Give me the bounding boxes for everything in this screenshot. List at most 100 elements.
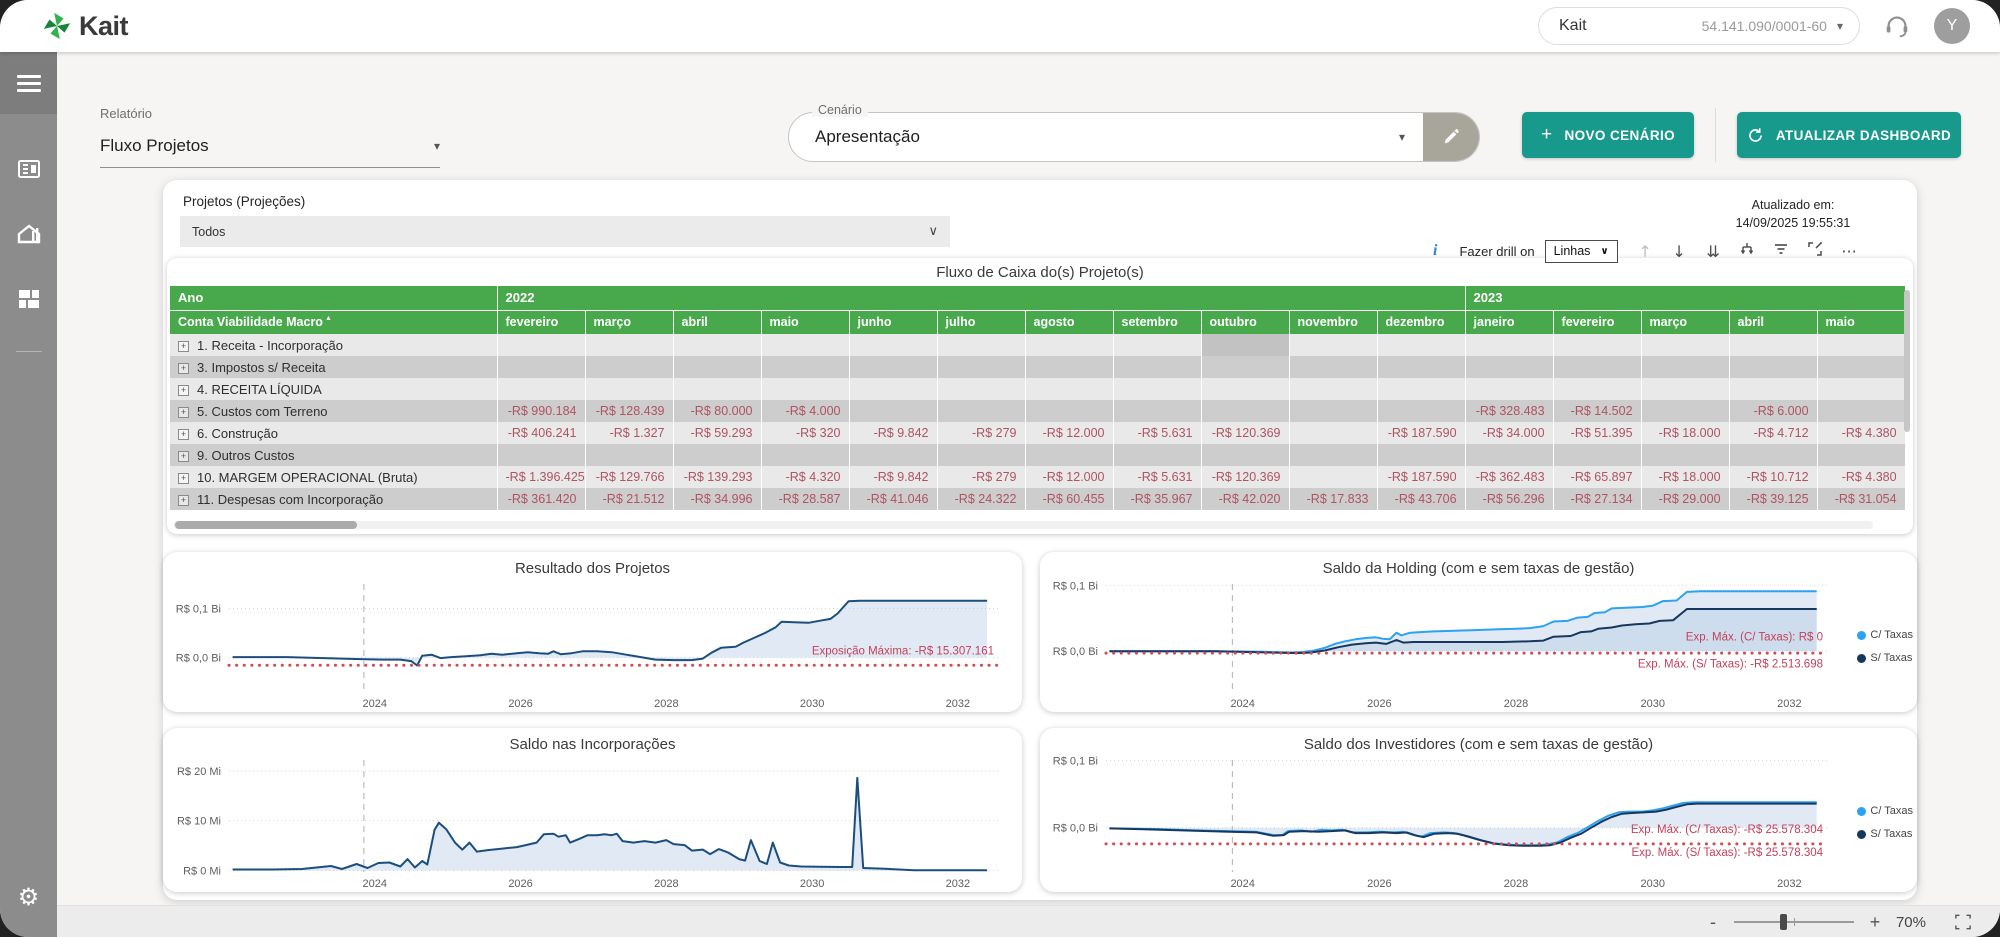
header-month[interactable]: junho: [849, 310, 938, 334]
table-cell[interactable]: [1465, 334, 1554, 356]
table-cell[interactable]: [1553, 378, 1642, 400]
table-cell[interactable]: -R$ 990.184: [497, 400, 586, 422]
table-cell[interactable]: [1553, 356, 1642, 378]
expand-row-icon[interactable]: +: [178, 384, 189, 396]
expand-row-icon[interactable]: +: [178, 450, 189, 462]
table-cell[interactable]: [849, 356, 938, 378]
atualizar-dashboard-button[interactable]: ATUALIZAR DASHBOARD: [1737, 112, 1961, 158]
drill-on-select[interactable]: Linhas ∨: [1544, 239, 1618, 263]
table-cell[interactable]: [1289, 400, 1378, 422]
row-label-cell[interactable]: +6. Construção: [170, 422, 498, 444]
table-cell[interactable]: [937, 400, 1026, 422]
table-cell[interactable]: [673, 356, 762, 378]
table-cell[interactable]: [1817, 334, 1906, 356]
expand-row-icon[interactable]: +: [178, 362, 189, 374]
table-cell[interactable]: [937, 378, 1026, 400]
header-month[interactable]: outubro: [1201, 310, 1290, 334]
table-cell[interactable]: [585, 356, 674, 378]
table-cell[interactable]: -R$ 406.241: [497, 422, 586, 444]
header-year[interactable]: 2022: [497, 286, 1466, 311]
table-cell[interactable]: [761, 444, 850, 466]
table-row[interactable]: +5. Custos com Terreno -R$ 990.184 -R$ 128…: [170, 400, 1906, 422]
table-cell[interactable]: [1025, 378, 1114, 400]
table-cell[interactable]: [1113, 378, 1202, 400]
expand-row-icon[interactable]: +: [178, 494, 189, 506]
table-cell[interactable]: [1553, 444, 1642, 466]
table-cell[interactable]: -R$ 9.842: [849, 466, 938, 488]
table-cell[interactable]: -R$ 4.712: [1729, 422, 1818, 444]
table-cell[interactable]: [761, 334, 850, 356]
table-cell[interactable]: [1641, 400, 1730, 422]
table-cell[interactable]: -R$ 5.631: [1113, 422, 1202, 444]
table-cell[interactable]: -R$ 279: [937, 466, 1026, 488]
header-month[interactable]: novembro: [1289, 310, 1378, 334]
table-cell[interactable]: -R$ 129.766: [585, 466, 674, 488]
table-cell[interactable]: [585, 334, 674, 356]
table-cell[interactable]: [1289, 422, 1378, 444]
table-cell[interactable]: [1201, 378, 1290, 400]
table-cell[interactable]: [1729, 378, 1818, 400]
go-to-next-level-icon[interactable]: ⇊: [1704, 242, 1723, 261]
table-cell[interactable]: [1113, 400, 1202, 422]
table-cell[interactable]: [1377, 444, 1466, 466]
table-cell[interactable]: -R$ 24.322: [937, 488, 1026, 510]
table-cell[interactable]: [1729, 334, 1818, 356]
table-cell[interactable]: [673, 444, 762, 466]
expand-row-icon[interactable]: +: [178, 472, 189, 484]
fluxo-caixa-table[interactable]: Ano 2022 2023 Conta Viabilidade Macro ▲ fever…: [170, 286, 1906, 510]
header-month[interactable]: março: [585, 310, 674, 334]
table-cell[interactable]: -R$ 120.369: [1201, 422, 1290, 444]
table-vertical-scrollbar[interactable]: [1904, 288, 1910, 510]
header-month[interactable]: janeiro: [1465, 310, 1554, 334]
table-cell[interactable]: [1201, 444, 1290, 466]
table-cell[interactable]: [1377, 356, 1466, 378]
legend-item[interactable]: S/ Taxas: [1857, 823, 1913, 846]
zoom-slider-thumb[interactable]: [1779, 914, 1787, 930]
matrix-visual[interactable]: Fluxo de Caixa do(s) Projeto(s) Ano 2022 2…: [167, 258, 1913, 534]
table-cell[interactable]: -R$ 4.380: [1817, 422, 1906, 444]
table-cell[interactable]: [1641, 444, 1730, 466]
table-cell[interactable]: [1817, 444, 1906, 466]
chart-saldo-investidores[interactable]: Saldo dos Investidores (com e sem taxas …: [1040, 728, 1917, 892]
row-label-cell[interactable]: +1. Receita - Incorporação: [170, 334, 498, 356]
table-cell[interactable]: [1641, 356, 1730, 378]
table-cell[interactable]: -R$ 4.380: [1817, 466, 1906, 488]
table-cell[interactable]: [585, 378, 674, 400]
table-cell[interactable]: [1377, 334, 1466, 356]
table-cell[interactable]: [937, 444, 1026, 466]
chart-resultado-projetos[interactable]: Resultado dos Projetos R$ 0,1 Bi R$ 0,0 B…: [163, 552, 1022, 712]
table-cell[interactable]: [1025, 400, 1114, 422]
scrollbar-thumb[interactable]: [1904, 290, 1910, 432]
sidebar-item-home-analytics[interactable]: [16, 221, 42, 252]
expand-row-icon[interactable]: +: [178, 406, 189, 418]
table-cell[interactable]: [849, 444, 938, 466]
table-cell[interactable]: -R$ 51.395: [1553, 422, 1642, 444]
sidebar-item-dashboards[interactable]: [16, 286, 42, 317]
zoom-slider[interactable]: [1733, 914, 1854, 930]
table-cell[interactable]: -R$ 31.054: [1817, 488, 1906, 510]
table-cell[interactable]: [1113, 334, 1202, 356]
table-cell[interactable]: [1817, 356, 1906, 378]
settings-gear-icon[interactable]: ⚙: [0, 883, 57, 911]
table-cell[interactable]: -R$ 187.590: [1377, 422, 1466, 444]
legend-item[interactable]: C/ Taxas: [1857, 624, 1913, 647]
drill-up-icon[interactable]: ↑: [1636, 242, 1655, 261]
table-cell[interactable]: [937, 334, 1026, 356]
expand-next-level-icon[interactable]: [1738, 241, 1757, 261]
table-cell[interactable]: [1201, 334, 1290, 356]
avatar[interactable]: Y: [1934, 8, 1970, 44]
scrollbar-thumb[interactable]: [175, 521, 357, 529]
novo-cenario-button[interactable]: + NOVO CENÁRIO: [1522, 112, 1694, 158]
table-cell[interactable]: [1465, 378, 1554, 400]
table-cell[interactable]: -R$ 128.439: [585, 400, 674, 422]
table-cell[interactable]: [1641, 334, 1730, 356]
filter-icon[interactable]: [1772, 241, 1791, 261]
table-cell[interactable]: [1289, 334, 1378, 356]
row-label-cell[interactable]: +10. MARGEM OPERACIONAL (Bruta): [170, 466, 498, 488]
table-row[interactable]: +1. Receita - Incorporação: [170, 334, 1906, 356]
table-cell[interactable]: [585, 444, 674, 466]
table-cell[interactable]: -R$ 6.000: [1729, 400, 1818, 422]
table-cell[interactable]: -R$ 4.000: [761, 400, 850, 422]
table-cell[interactable]: [1465, 356, 1554, 378]
table-row[interactable]: +4. RECEITA LÍQUIDA: [170, 378, 1906, 400]
